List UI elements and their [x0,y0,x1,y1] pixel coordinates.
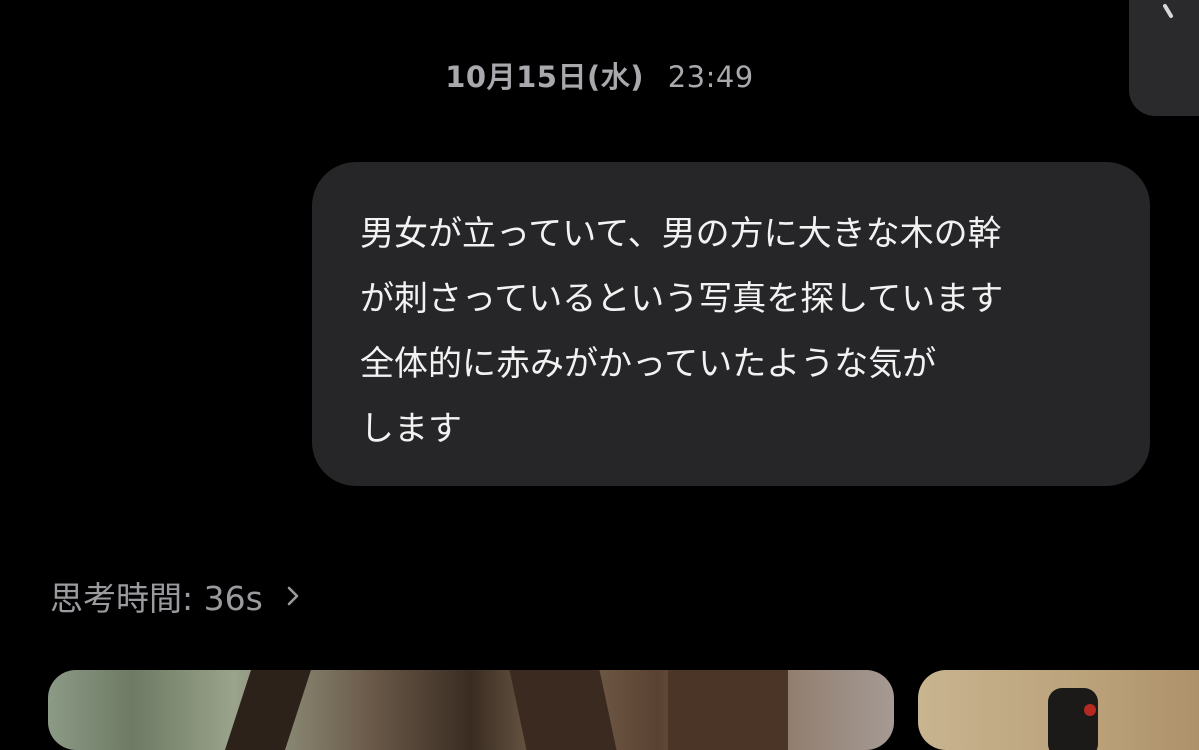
result-image-thumbnail[interactable] [48,670,894,750]
message-line: します [360,409,462,449]
image-content [668,670,788,750]
result-image-thumbnail[interactable] [918,670,1199,750]
thinking-time-label: 思考時間: 36s [50,579,263,618]
image-content [1048,688,1098,750]
timestamp-time: 23:49 [667,60,754,94]
message-line: 男女が立っていて、男の方に大きな木の幹 [360,214,1002,254]
timestamp-date: 10月15日(水) [445,60,644,94]
image-content [509,670,617,750]
pencil-icon [1163,4,1173,18]
image-content [1084,704,1096,716]
image-content [225,670,311,750]
user-message-bubble[interactable]: 男女が立っていて、男の方に大きな木の幹 が刺さっているという写真を探しています … [312,162,1150,486]
message-line: 全体的に赤みがかっていたような気が [360,344,937,384]
message-line: が刺さっているという写真を探しています [360,279,1004,319]
chevron-right-icon [287,586,299,606]
message-timestamp: 10月15日(水) 23:49 [0,54,1199,96]
thinking-time-toggle[interactable]: 思考時間: 36s [50,572,299,620]
